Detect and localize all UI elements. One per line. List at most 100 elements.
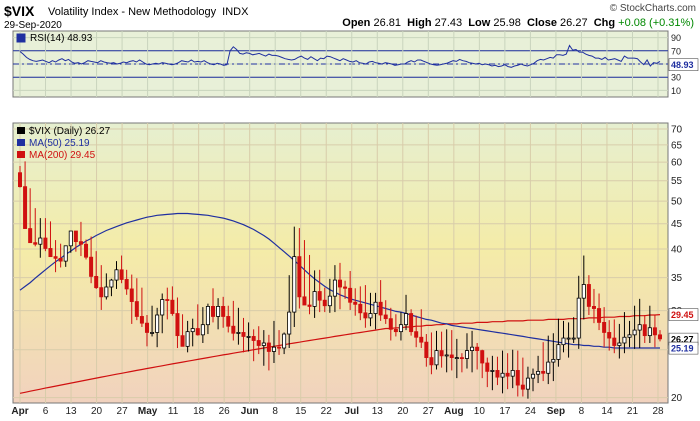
x-tick-label: 13 <box>65 406 77 417</box>
candle-body <box>398 324 403 333</box>
candle-body <box>353 301 358 305</box>
candle-body <box>134 301 139 317</box>
candle-body <box>89 256 94 277</box>
candle-body <box>495 370 500 378</box>
candle-body <box>597 308 602 323</box>
rsi-last-tag: 48.93 <box>671 60 694 70</box>
x-tick-label: Apr <box>11 406 28 417</box>
candle-body <box>236 332 241 334</box>
price-tick-label: 20 <box>671 393 683 404</box>
low-value: 25.98 <box>493 17 521 29</box>
open-label: Open <box>342 17 371 29</box>
candle-body <box>404 313 409 326</box>
candle-body <box>652 327 657 336</box>
high-value: 27.43 <box>434 17 463 29</box>
x-axis: Apr 6 13 20 27 May 11 18 26 Jun 8 15 22 Jul 13 20 27 Aug 1… <box>11 406 664 417</box>
candle-body <box>38 237 43 245</box>
candle-body <box>297 256 302 298</box>
candle-body <box>591 306 596 309</box>
candle-body <box>561 337 566 346</box>
candle-body <box>114 269 119 281</box>
x-tick-label: 13 <box>372 406 384 417</box>
candle-body <box>515 370 520 386</box>
candle-body <box>414 331 419 338</box>
candle-body <box>226 316 231 327</box>
candle-body <box>109 279 114 288</box>
rsi-legend-swatch <box>16 33 26 43</box>
price-tick-label: 40 <box>671 244 683 255</box>
x-tick-label: 18 <box>193 406 205 417</box>
price-legend-item: $VIX (Daily) 26.27 <box>29 126 111 137</box>
candle-body <box>434 350 439 366</box>
candle-body <box>287 311 292 335</box>
close-value: 26.27 <box>560 17 588 29</box>
open-value: 26.81 <box>373 17 401 29</box>
candle-body <box>277 346 282 349</box>
candle-body <box>256 340 261 346</box>
candle-body <box>84 243 89 258</box>
candle-body <box>322 299 327 307</box>
candle-body <box>449 354 454 359</box>
candle-body <box>368 313 373 319</box>
candle-body <box>617 342 622 346</box>
candle-body <box>216 306 221 317</box>
candle-body <box>378 301 383 316</box>
x-tick-label: 22 <box>321 406 333 417</box>
x-tick-label: 27 <box>117 406 129 417</box>
candle-body <box>23 186 28 229</box>
candle-body <box>505 372 510 377</box>
candle-body <box>429 357 434 366</box>
candle-body <box>73 230 78 243</box>
candle-body <box>541 370 546 374</box>
x-tick-label: 28 <box>652 406 664 417</box>
candle-body <box>43 237 48 249</box>
price-tick-label: 70 <box>671 125 683 136</box>
rsi-tick-label: 10 <box>671 86 681 96</box>
price-tick-label: 55 <box>671 176 683 187</box>
x-tick-label: Aug <box>444 406 463 417</box>
candle-body <box>266 342 271 352</box>
candle-body <box>586 284 591 307</box>
candle-body <box>68 230 73 247</box>
price-tick-label: 35 <box>671 273 683 284</box>
candle-body <box>536 370 541 375</box>
candle-body <box>475 346 480 352</box>
price-legend-swatch <box>17 127 25 134</box>
candle-body <box>231 325 236 334</box>
chart-header: $VIX Volatility Index - New Methodology I… <box>0 0 700 32</box>
candle-body <box>185 331 190 347</box>
x-tick-label: 26 <box>219 406 231 417</box>
price-tick-label: 65 <box>671 140 683 151</box>
x-tick-label: Sep <box>547 406 565 417</box>
x-tick-label: 24 <box>525 406 537 417</box>
candle-body <box>576 297 581 339</box>
candle-body <box>531 373 536 379</box>
candle-body <box>388 318 393 330</box>
candle-body <box>332 279 337 297</box>
symbol-title: $VIX <box>4 3 35 19</box>
candle-body <box>424 341 429 359</box>
candle-body <box>160 299 165 316</box>
candle-body <box>119 269 124 280</box>
candle-body <box>602 322 607 333</box>
candle-body <box>165 299 170 301</box>
x-tick-label: 20 <box>397 406 409 417</box>
candle-body <box>581 284 586 299</box>
candle-body <box>612 337 617 346</box>
candle-body <box>104 286 109 298</box>
candle-body <box>33 242 38 245</box>
x-tick-label: Jul <box>345 406 360 417</box>
candle-body <box>251 336 256 341</box>
candle-body <box>195 328 200 336</box>
candle-body <box>53 256 58 259</box>
candle-body <box>464 350 469 359</box>
candle-body <box>48 248 53 258</box>
candle-body <box>632 329 637 336</box>
exchange-label: INDX <box>222 6 249 18</box>
candle-body <box>571 337 576 340</box>
candle-body <box>500 372 505 378</box>
price-legend-item: MA(50) 25.19 <box>29 138 90 149</box>
candle-body <box>444 354 449 357</box>
candle-body <box>261 342 266 346</box>
candle-body <box>17 172 22 188</box>
